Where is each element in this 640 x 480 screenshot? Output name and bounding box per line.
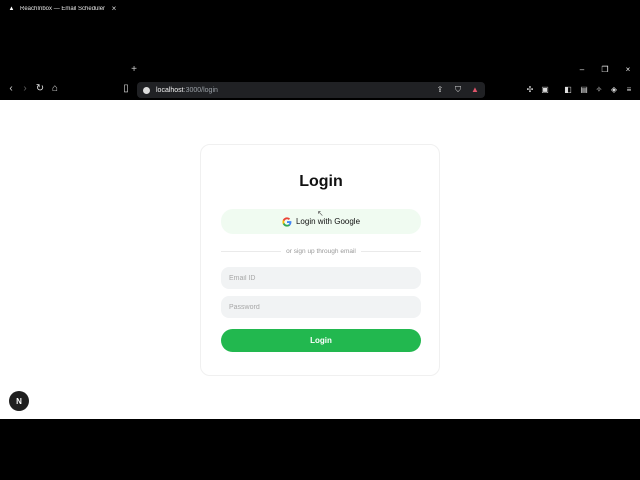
wallet-icon[interactable]: ▤ xyxy=(578,84,590,96)
password-field[interactable] xyxy=(221,296,421,318)
google-icon xyxy=(282,216,292,227)
login-card: Login Login with Google or sign up throu… xyxy=(200,144,440,376)
login-button[interactable]: Login xyxy=(221,329,421,352)
bookmark-icon[interactable]: ▯ xyxy=(119,82,133,96)
back-icon[interactable]: ‹ xyxy=(4,82,18,96)
forward-icon[interactable]: › xyxy=(18,82,32,96)
tab-search-icon[interactable]: ▣ xyxy=(539,84,551,96)
url-host: localhost xyxy=(156,86,184,94)
nextjs-dev-badge[interactable]: N xyxy=(9,391,29,411)
share-icon[interactable]: ⇪ xyxy=(434,84,446,96)
vpn-icon[interactable]: ◈ xyxy=(608,84,620,96)
tab-title: ReachInbox — Email Scheduler xyxy=(20,5,106,12)
tab-strip xyxy=(0,62,640,79)
close-window-button[interactable]: × xyxy=(617,62,639,78)
mouse-cursor-icon: ↖ xyxy=(317,209,324,218)
rewards-icon[interactable]: ▲ xyxy=(469,84,481,96)
tab-close-icon[interactable]: × xyxy=(110,4,118,13)
divider-text: or sign up through email xyxy=(286,247,356,255)
menu-icon[interactable]: ≡ xyxy=(623,84,635,96)
divider-line-right xyxy=(360,250,421,252)
url-path: :3000/login xyxy=(183,86,218,94)
favicon-icon: ▲ xyxy=(8,5,15,12)
maximize-button[interactable]: ❐ xyxy=(594,62,616,78)
leo-ai-icon[interactable]: ✧ xyxy=(593,84,605,96)
email-field[interactable] xyxy=(221,267,421,289)
minimize-button[interactable]: – xyxy=(571,62,593,78)
sidebar-icon[interactable]: ◧ xyxy=(562,84,574,96)
home-icon[interactable]: ⌂ xyxy=(48,82,62,96)
address-bar[interactable]: localhost :3000/login xyxy=(137,82,485,98)
browser-tab[interactable]: ▲ ReachInbox — Email Scheduler × xyxy=(4,1,122,16)
page-viewport: Login Login with Google or sign up throu… xyxy=(0,100,640,419)
brave-shield-icon[interactable]: ⛉ xyxy=(452,84,464,96)
site-info-icon[interactable] xyxy=(143,86,150,94)
new-tab-button[interactable]: + xyxy=(128,63,140,77)
divider: or sign up through email xyxy=(221,246,421,256)
letterbox-bottom xyxy=(0,419,640,480)
extensions-icon[interactable]: ✣ xyxy=(524,84,536,96)
google-login-label: Login with Google xyxy=(295,217,361,226)
divider-line-left xyxy=(221,250,282,252)
reload-icon[interactable]: ↻ xyxy=(33,82,47,96)
page-title: Login xyxy=(299,173,343,190)
